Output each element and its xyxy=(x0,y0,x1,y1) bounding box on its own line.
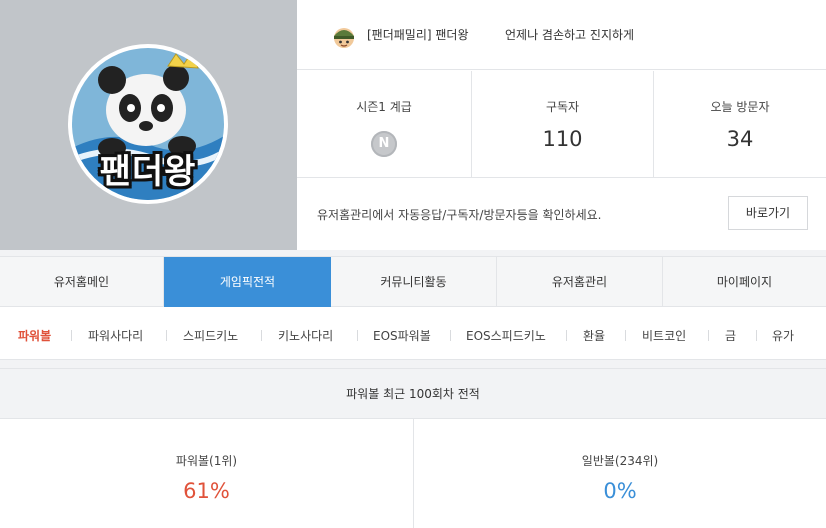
nickname[interactable]: [팬더패밀리] 팬더왕 xyxy=(367,26,469,43)
record-value: 61% xyxy=(183,479,230,503)
stat-label: 구독자 xyxy=(545,100,580,114)
stat-visitors: 오늘 방문자 34 xyxy=(654,71,826,178)
notice-row: 유저홈관리에서 자동응답/구독자/방문자등을 확인하세요. 바로가기 xyxy=(297,179,826,250)
record-label: 일반볼(234위) xyxy=(581,454,659,468)
subtab-keno-ladder[interactable]: 키노사다리 xyxy=(278,327,333,344)
avatar[interactable]: 팬더왕 xyxy=(68,44,228,204)
tab-userhome-main[interactable]: 유저홈메인 xyxy=(0,257,164,307)
profile-title-row: [팬더패밀리] 팬더왕 언제나 겸손하고 진지하게 xyxy=(297,0,826,70)
record-powerball: 파워볼(1위) 61% xyxy=(0,419,414,528)
shortcut-button[interactable]: 바로가기 xyxy=(728,196,808,230)
tab-userhome-manage[interactable]: 유저홈관리 xyxy=(497,257,663,307)
profile-motto: 언제나 겸손하고 진지하게 xyxy=(505,28,635,42)
divider xyxy=(261,330,262,341)
tier-badge-icon: N xyxy=(371,131,397,157)
stat-value: 34 xyxy=(726,127,754,151)
divider xyxy=(357,330,358,341)
tab-game-pick-record[interactable]: 게임픽전적 xyxy=(164,257,331,307)
record-summary: 파워볼(1위) 61% 일반볼(234위) 0% xyxy=(0,419,826,528)
divider xyxy=(166,330,167,341)
stat-label: 오늘 방문자 xyxy=(710,100,770,114)
subtab-oil-price[interactable]: 유가 xyxy=(772,327,794,344)
divider xyxy=(756,330,757,341)
stat-season-rank: 시즌1 계급 N xyxy=(297,71,472,178)
divider xyxy=(71,330,72,341)
divider xyxy=(708,330,709,341)
record-normal-ball: 일반볼(234위) 0% xyxy=(414,419,826,528)
avatar-panel: 팬더왕 xyxy=(0,0,297,250)
subtab-eos-powerball[interactable]: EOS파워볼 xyxy=(373,327,431,344)
record-title: 파워볼 최근 100회차 전적 xyxy=(0,368,826,419)
tab-mypage[interactable]: 마이페이지 xyxy=(663,257,826,307)
stat-subscribers: 구독자 110 xyxy=(472,71,654,178)
main-tab-nav: 유저홈메인 게임픽전적 커뮤니티활동 유저홈관리 마이페이지 xyxy=(0,256,826,307)
subtab-speed-keno[interactable]: 스피드키노 xyxy=(183,327,238,344)
record-label: 파워볼(1위) xyxy=(175,454,238,468)
divider xyxy=(566,330,567,341)
profile-info: [팬더패밀리] 팬더왕 언제나 겸손하고 진지하게 시즌1 계급 N 구독자 1… xyxy=(297,0,826,250)
divider xyxy=(450,330,451,341)
avatar-caption: 팬더왕 xyxy=(99,152,197,192)
subtab-powerball[interactable]: 파워볼 xyxy=(18,327,51,344)
sub-tab-nav: 파워볼 파워사다리 스피드키노 키노사다리 EOS파워볼 EOS스피드키노 환율… xyxy=(0,307,826,360)
subtab-eos-speed-keno[interactable]: EOS스피드키노 xyxy=(466,327,546,344)
subtab-exchange-rate[interactable]: 환율 xyxy=(583,327,605,344)
stat-label: 시즌1 계급 xyxy=(356,100,412,114)
avatar-image: 팬더왕 xyxy=(72,48,224,200)
divider xyxy=(625,330,626,341)
subtab-gold[interactable]: 금 xyxy=(725,327,736,344)
record-value: 0% xyxy=(603,479,637,503)
stat-value: 110 xyxy=(542,127,583,151)
profile-stats: 시즌1 계급 N 구독자 110 오늘 방문자 34 xyxy=(297,71,826,178)
soldier-icon xyxy=(334,28,354,48)
notice-text: 유저홈관리에서 자동응답/구독자/방문자등을 확인하세요. xyxy=(317,208,602,222)
user-profile-header: 팬더왕 [팬더패밀리] 팬더왕 언제나 겸손하고 진지하게 시즌1 계급 N 구 xyxy=(0,0,826,250)
tab-community-activity[interactable]: 커뮤니티활동 xyxy=(331,257,497,307)
subtab-power-ladder[interactable]: 파워사다리 xyxy=(88,327,143,344)
subtab-bitcoin[interactable]: 비트코인 xyxy=(642,327,686,344)
